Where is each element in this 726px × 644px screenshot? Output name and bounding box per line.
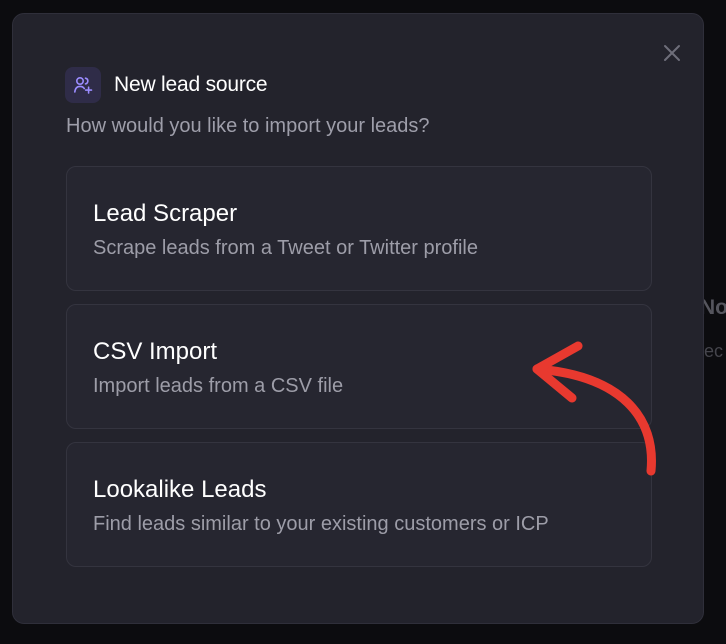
option-description: Scrape leads from a Tweet or Twitter pro… (93, 237, 478, 259)
dialog-header: New lead source (65, 67, 268, 103)
option-lead-scraper[interactable]: Lead Scraper Scrape leads from a Tweet o… (66, 166, 652, 291)
close-button[interactable] (658, 39, 686, 67)
dialog-title: New lead source (114, 73, 268, 96)
option-title: CSV Import (93, 338, 218, 365)
users-plus-icon (65, 67, 101, 103)
option-lookalike-leads[interactable]: Lookalike Leads Find leads similar to yo… (66, 442, 652, 567)
option-title: Lead Scraper (93, 200, 238, 227)
option-description: Find leads similar to your existing cust… (93, 513, 549, 535)
option-description: Import leads from a CSV file (93, 375, 344, 397)
option-title: Lookalike Leads (93, 476, 267, 503)
close-icon (664, 45, 680, 61)
import-options-list: Lead Scraper Scrape leads from a Tweet o… (66, 166, 652, 580)
option-csv-import[interactable]: CSV Import Import leads from a CSV file (66, 304, 652, 429)
dialog-subtitle: How would you like to import your leads? (66, 115, 430, 137)
new-lead-source-dialog: New lead source How would you like to im… (12, 13, 704, 624)
